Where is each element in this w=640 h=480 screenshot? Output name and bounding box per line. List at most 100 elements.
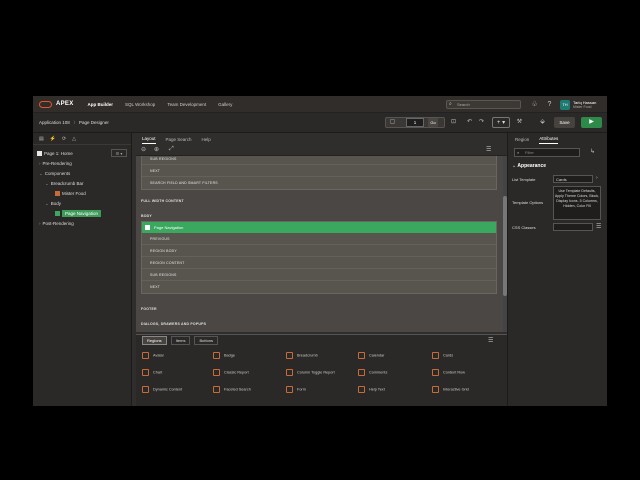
gallery-item-interactive-grid[interactable]: Interactive Grid	[432, 386, 469, 393]
nav-sql-workshop[interactable]: SQL Workshop	[125, 102, 155, 107]
layout-slot[interactable]: SEARCH FIELD AND SMART FILTERS	[142, 177, 496, 189]
gallery-item-chart[interactable]: Chart	[142, 369, 162, 376]
layout-slot[interactable]: REGION BODY	[142, 245, 496, 257]
filter-input[interactable]: ⌕ Filter	[514, 148, 580, 157]
css-classes-input[interactable]	[553, 223, 593, 231]
list-picker-icon[interactable]: ☰	[596, 223, 601, 230]
tab-page-search[interactable]: Page Search	[166, 137, 192, 144]
rendering-tab-icon[interactable]: ▤	[39, 136, 44, 142]
layout-slot[interactable]: NEXT	[142, 281, 496, 293]
top-nav: App Builder SQL Workshop Team Developmen…	[88, 102, 233, 107]
gallery-item-help-text[interactable]: Help Text	[358, 386, 385, 393]
nav-team-development[interactable]: Team Development	[167, 102, 206, 107]
help-icon[interactable]: ?	[545, 100, 554, 109]
processing-tab-icon[interactable]: ⟳	[62, 136, 66, 142]
notifications-icon[interactable]: ♧	[530, 100, 539, 109]
tree-node-post-rendering[interactable]: › Post-Rendering	[33, 219, 131, 229]
layout-slot[interactable]: PREVIOUS	[142, 233, 496, 245]
gallery-item-content-row[interactable]: Content Row	[432, 369, 465, 376]
tree-node-body[interactable]: ⌄ Body	[33, 199, 131, 209]
tab-region[interactable]: Region	[515, 137, 529, 144]
create-menu-button[interactable]: + ▾	[492, 117, 510, 128]
tree-node-page-navigation[interactable]: Page Navigation	[33, 209, 131, 219]
nav-app-builder[interactable]: App Builder	[88, 102, 114, 107]
gallery-menu-icon[interactable]: ☰	[488, 337, 493, 344]
component-gallery: Regions Items Buttons ☰ Avatar Badge Bre…	[136, 334, 507, 406]
gallery-item-badge[interactable]: Badge	[213, 352, 235, 359]
left-pane-tabs: ▤ ⚡ ⟳ △	[33, 133, 131, 145]
tab-buttons[interactable]: Buttons	[194, 336, 219, 345]
search-icon: ⌕	[517, 150, 520, 155]
property-editor: Region Attributes ⌕ Filter ↳ ⌄ Appearanc…	[507, 133, 607, 406]
section-full-width-content: FULL WIDTH CONTENT	[141, 199, 184, 203]
property-tabs: Region Attributes	[508, 133, 607, 144]
tab-items[interactable]: Items	[170, 336, 191, 345]
section-footer: FOOTER	[141, 307, 157, 311]
dynamic-actions-tab-icon[interactable]: ⚡	[50, 136, 56, 142]
utilities-icon[interactable]: ⚒	[515, 118, 524, 127]
gallery-item-comments[interactable]: Comments	[358, 369, 387, 376]
page-designer-toolbar: Application 108 \ Page Designer ▢ 1 Go ⊡ ↶…	[33, 113, 607, 133]
shared-components-icon[interactable]: ⬙	[538, 118, 547, 127]
layout-slot[interactable]: REGION CONTENT	[142, 257, 496, 269]
page-icon[interactable]: ▢	[388, 118, 397, 127]
breadcrumb-application[interactable]: Application 108	[39, 120, 70, 125]
gallery-item-classic-report[interactable]: Classic Report	[213, 369, 249, 376]
tree-node-mister-food[interactable]: Mister Food	[33, 189, 131, 199]
tab-help[interactable]: Help	[202, 137, 211, 144]
page-number-input[interactable]: 1	[406, 118, 424, 127]
go-button[interactable]: Go	[428, 118, 438, 127]
search-icon: ⌕	[449, 101, 452, 107]
redo-icon[interactable]: ↷	[477, 118, 486, 127]
tab-layout[interactable]: Layout	[142, 136, 156, 144]
appearance-section[interactable]: ⌄ Appearance	[512, 163, 546, 169]
gallery-item-form[interactable]: Form	[286, 386, 306, 393]
undo-icon[interactable]: ↶	[465, 118, 474, 127]
run-page-button[interactable]: ▶	[581, 117, 602, 128]
template-options-field[interactable]: Use Template Defaults, Apply Theme Color…	[553, 186, 601, 220]
top-bar: APEX App Builder SQL Workshop Team Devel…	[33, 96, 607, 113]
oracle-logo-icon[interactable]	[39, 100, 52, 108]
save-button[interactable]: Save	[554, 117, 575, 128]
css-classes-label: CSS Classes	[512, 225, 536, 230]
tree-node-pre-rendering[interactable]: › Pre-Rendering	[33, 159, 131, 169]
tab-regions[interactable]: Regions	[142, 336, 167, 345]
tab-attributes[interactable]: Attributes	[539, 136, 559, 144]
gallery-item-calendar[interactable]: Calendar	[358, 352, 384, 359]
expand-icon[interactable]: ⤢	[169, 146, 174, 153]
section-body: BODY	[141, 214, 152, 218]
gallery-item-faceted-search[interactable]: Faceted Search	[213, 386, 251, 393]
user-menu[interactable]: Tariq Hassan Mister Food	[573, 100, 596, 110]
gallery-item-column-toggle-report[interactable]: Column Toggle Report	[286, 369, 335, 376]
search-input[interactable]: ⌕ Search	[446, 100, 521, 109]
layout-slot[interactable]: NEXT	[142, 165, 496, 177]
chart-icon	[142, 369, 149, 376]
tree-node-breadcrumb-bar[interactable]: ⌄ Breadcrumb Bar	[33, 179, 131, 189]
breadcrumb-separator-icon: \	[73, 120, 76, 125]
zoom-in-icon[interactable]: ⊕	[154, 146, 159, 153]
brand-name[interactable]: APEX	[56, 101, 74, 107]
avatar[interactable]: TH	[560, 100, 570, 110]
go-to-group-icon[interactable]: ↳	[590, 148, 595, 155]
tree-node-page[interactable]: Page 1: Home	[33, 149, 131, 159]
layout-slot[interactable]: SUB REGIONS	[142, 156, 496, 165]
lock-icon[interactable]: ⊡	[449, 118, 458, 127]
chevron-right-icon[interactable]: ›	[596, 175, 598, 181]
gallery-item-breadcrumb[interactable]: Breadcrumb	[286, 352, 318, 359]
gallery-item-cards[interactable]: Cards	[432, 352, 453, 359]
nav-gallery[interactable]: Gallery	[218, 102, 232, 107]
zoom-out-icon[interactable]: ⊖	[141, 146, 146, 153]
dynamic-content-icon	[142, 386, 149, 393]
gallery-item-dynamic-content[interactable]: Dynamic Content	[142, 386, 182, 393]
gallery-item-avatar[interactable]: Avatar	[142, 352, 164, 359]
page-navigation-header[interactable]: Page Navigation	[142, 222, 496, 233]
tree-node-components[interactable]: ⌄ Components	[33, 169, 131, 179]
search-region[interactable]: SUB REGIONS NEXT SEARCH FIELD AND SMART …	[141, 156, 497, 190]
layout-slot[interactable]: SUB REGIONS	[142, 269, 496, 281]
shared-components-tab-icon[interactable]: △	[72, 136, 76, 142]
section-dialogs: DIALOGS, DRAWERS AND POPUPS	[141, 322, 207, 326]
list-template-select[interactable]: Cards	[553, 175, 593, 183]
page-navigation-region[interactable]: Page Navigation PREVIOUS REGION BODY REG…	[141, 221, 497, 294]
layout-menu-icon[interactable]: ☰	[486, 146, 491, 153]
collapse-icon: ⌄	[45, 181, 49, 186]
